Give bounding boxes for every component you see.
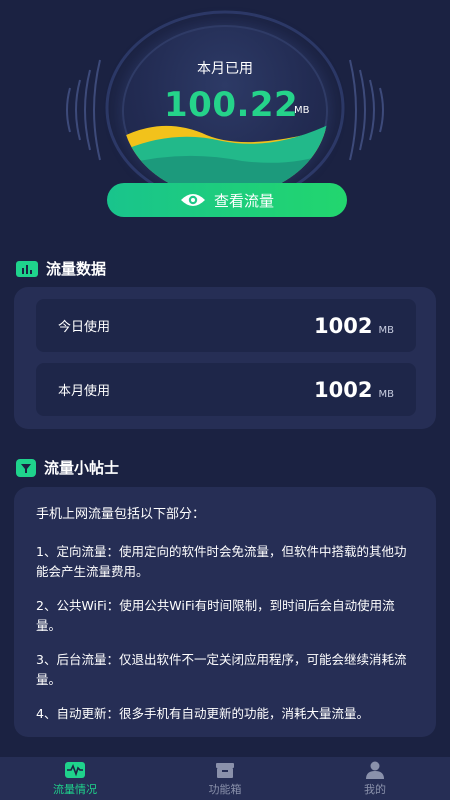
stat-unit: MB — [378, 324, 395, 336]
tip-item: 3、后台流量：仅退出软件不一定关闭应用程序，可能会继续消耗流量。 — [36, 652, 407, 687]
stats-card: 今日使用 1002 MB 本月使用 1002 MB — [14, 287, 436, 429]
stat-number: 1002 — [314, 377, 373, 402]
nav-label: 功能箱 — [208, 782, 242, 796]
usage-gauge-section: 本月已用 100.22 MB 查看流量 — [0, 0, 450, 240]
tip-icon — [16, 458, 36, 477]
stat-unit: MB — [378, 388, 395, 400]
nav-item-profile[interactable]: 我的 — [300, 757, 450, 800]
toolbox-icon — [216, 762, 234, 778]
stats-title-text: 流量数据 — [46, 260, 107, 278]
nav-label: 流量情况 — [53, 782, 97, 796]
tips-title-text: 流量小帖士 — [44, 459, 120, 477]
view-traffic-button[interactable]: 查看流量 — [107, 183, 347, 217]
stat-label: 今日使用 — [58, 320, 111, 335]
bottom-nav: 流量情况 功能箱 我的 — [0, 757, 450, 800]
usage-value: 100.22 — [164, 85, 299, 125]
stats-section-title: 流量数据 — [16, 258, 106, 279]
tips-card: 手机上网流量包括以下部分： 1、定向流量：使用定向的软件时会免流量，但软件中搭载… — [14, 487, 436, 737]
tip-item: 1、定向流量：使用定向的软件时会免流量，但软件中搭载的其他功能会产生流量费用。 — [36, 544, 407, 579]
stat-label: 本月使用 — [58, 384, 111, 399]
usage-unit: MB — [294, 105, 310, 116]
usage-orb: 本月已用 100.22 MB — [122, 25, 328, 197]
bar-chart-icon — [16, 260, 38, 277]
tip-item: 4、自动更新：很多手机有自动更新的功能，消耗大量流量。 — [36, 706, 369, 721]
view-traffic-label: 查看流量 — [213, 191, 274, 210]
stat-value-group: 1002 MB — [314, 378, 394, 402]
eye-icon — [180, 194, 205, 206]
tips-section-title: 流量小帖士 — [16, 457, 119, 478]
stat-row-today: 今日使用 1002 MB — [36, 299, 416, 352]
stat-row-month: 本月使用 1002 MB — [36, 363, 416, 416]
stat-number: 1002 — [314, 313, 373, 338]
stat-value-group: 1002 MB — [314, 314, 394, 338]
tips-heading: 手机上网流量包括以下部分： — [36, 507, 206, 522]
tip-item: 2、公共WiFi：使用公共WiFi有时间限制，到时间后会自动使用流量。 — [36, 598, 395, 633]
nav-label: 我的 — [364, 782, 386, 796]
usage-label: 本月已用 — [197, 61, 253, 77]
nav-item-traffic[interactable]: 流量情况 — [0, 757, 150, 800]
nav-item-toolbox[interactable]: 功能箱 — [150, 757, 300, 800]
user-icon — [366, 761, 384, 779]
traffic-icon — [65, 761, 85, 778]
